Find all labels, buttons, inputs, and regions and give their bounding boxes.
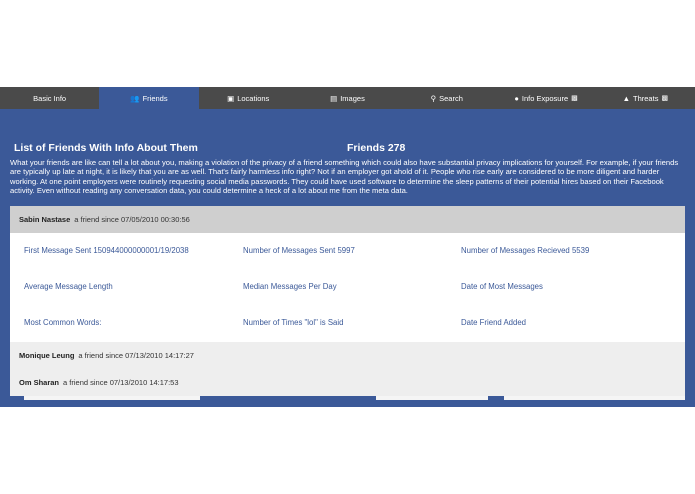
stat-date-most-messages: Date of Most Messages [461,282,543,291]
main-nav: Basic Info 👥 Friends ▣ Locations ▤ Image… [0,87,695,109]
tab-locations[interactable]: ▣ Locations [199,87,298,109]
tab-friends[interactable]: 👥 Friends [99,87,199,109]
tab-info-exposure[interactable]: ● Info Exposure ▩ [496,87,595,109]
globe-icon: ● [514,93,519,103]
images-icon: ▤ [330,93,338,103]
lock-icon: ▩ [571,95,578,102]
tab-label: Search [439,93,463,103]
tab-label: Images [340,93,365,103]
tab-label: Locations [237,93,270,103]
friend-name: Monique Leung [19,351,75,360]
tab-basic-info[interactable]: Basic Info [0,87,99,109]
next-row-strip [10,396,685,400]
tab-search[interactable]: ⚲ Search [397,87,496,109]
page-title: List of Friends With Info About Them [14,142,198,154]
stat-date-added: Date Friend Added [461,318,527,327]
stat-first-message: First Message Sent 150944000000001/19/20… [24,246,189,255]
description-text: What your friends are like can tell a lo… [10,158,679,196]
stat-messages-received: Number of Messages Recieved 5539 [461,246,590,255]
panel-header: List of Friends With Info About Them Fri… [14,142,684,154]
stat-messages-sent: Number of Messages Sent 5997 [243,246,355,255]
stat-lol-count: Number of Times "lol" is Said [243,318,344,327]
stat-common-words: Most Common Words: [24,318,102,327]
lock-icon: ▩ [661,95,669,102]
warning-icon: ▲ [622,93,631,103]
friend-row[interactable]: Om Sharan a friend since 07/13/2010 14:1… [10,369,685,396]
tab-label: Basic Info [33,93,67,103]
tab-label: Threats [633,93,659,103]
search-icon: ⚲ [430,93,437,103]
friend-since: a friend since 07/13/2010 14:17:27 [78,351,194,360]
stat-median-messages: Median Messages Per Day [243,282,337,291]
friend-since: a friend since 07/05/2010 00:30:56 [74,215,190,224]
friend-name: Om Sharan [19,378,60,387]
tab-label: Info Exposure [521,93,569,103]
friend-since: a friend since 07/13/2010 14:17:53 [63,378,179,387]
friend-row[interactable]: Monique Leung a friend since 07/13/2010 … [10,342,685,369]
tab-label: Friends [142,93,168,103]
strip-segment [488,396,504,400]
friends-count: Friends 278 [347,142,406,154]
strip-segment [200,396,376,400]
users-icon: 👥 [130,93,140,103]
strip-segment [10,396,24,400]
tab-images[interactable]: ▤ Images [298,87,397,109]
friend-details: First Message Sent 150944000000001/19/20… [10,233,685,342]
friends-list: Sabin Nastase a friend since 07/05/2010 … [10,206,685,407]
tab-threats[interactable]: ▲ Threats ▩ [596,87,695,109]
stat-average-message-length: Average Message Length [24,282,113,291]
building-icon: ▣ [227,93,235,103]
friends-panel: List of Friends With Info About Them Fri… [0,109,695,407]
friend-name: Sabin Nastase [19,215,71,224]
friend-header-expanded[interactable]: Sabin Nastase a friend since 07/05/2010 … [10,206,685,233]
